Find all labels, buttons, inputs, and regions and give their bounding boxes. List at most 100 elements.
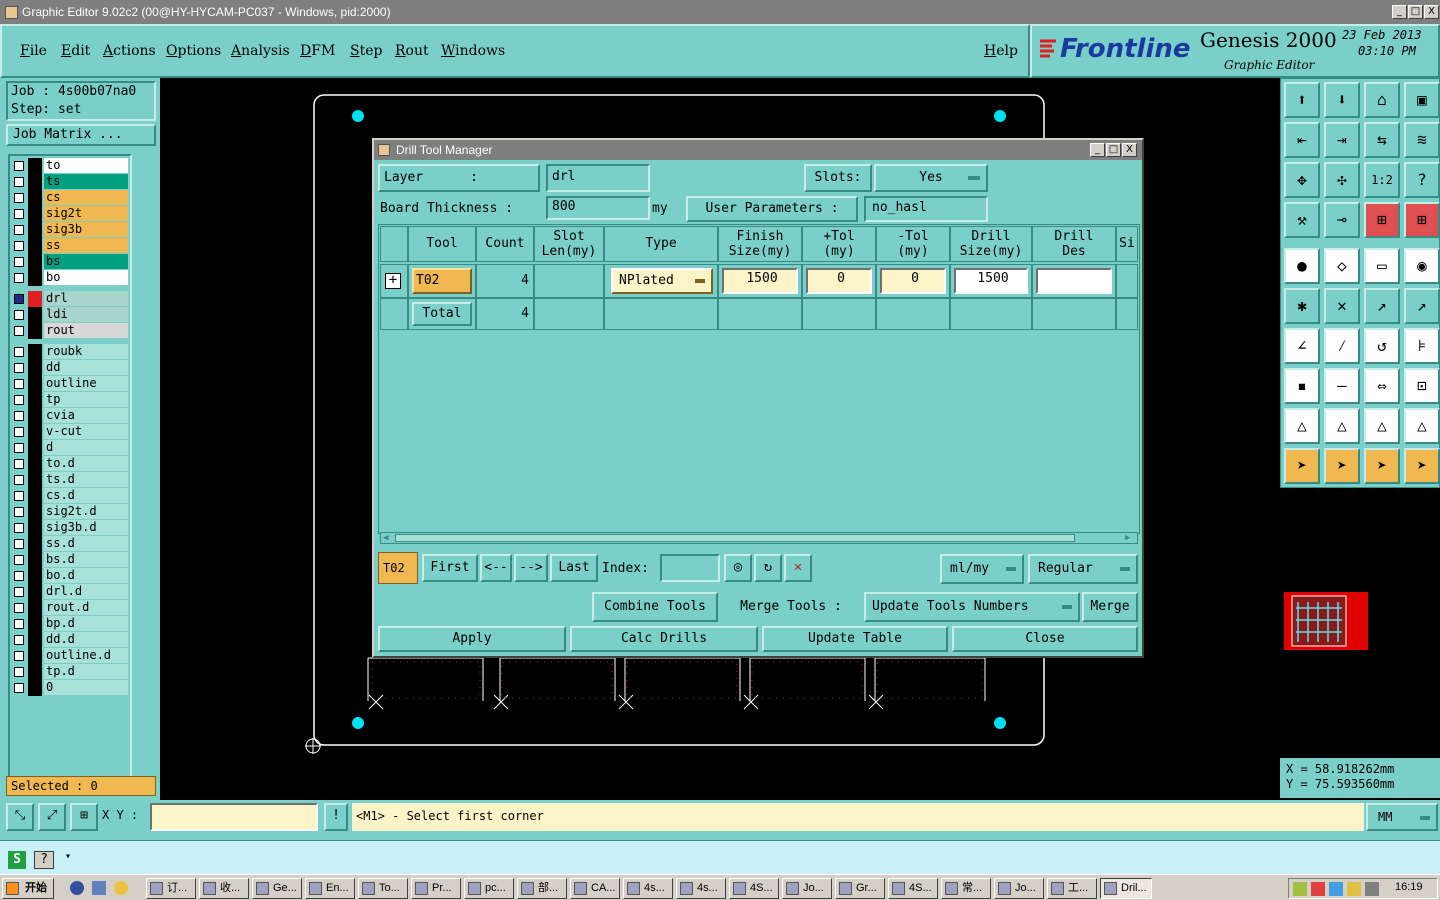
tray-icon[interactable]: [1329, 882, 1343, 896]
update-table-button[interactable]: Update Table: [762, 626, 948, 652]
move-right-icon[interactable]: ⇥: [1324, 122, 1360, 158]
font-icon[interactable]: ⊧: [1404, 328, 1440, 364]
layer-item[interactable]: dd: [12, 360, 128, 376]
last-button[interactable]: Last: [550, 554, 598, 582]
layer-item[interactable]: cvia: [12, 408, 128, 424]
layer-checkbox[interactable]: [14, 193, 24, 203]
layer-item[interactable]: ts.d: [12, 472, 128, 488]
measure-icon[interactable]: ⇔: [1364, 368, 1400, 404]
apply-button[interactable]: Apply: [378, 626, 566, 652]
tools-icon[interactable]: ⚒: [1284, 202, 1320, 238]
layer-checkbox[interactable]: [14, 651, 24, 661]
layer-item[interactable]: sig3b: [12, 222, 128, 238]
mode-dropdown[interactable]: Regular: [1028, 554, 1138, 584]
drill-table-alt-icon[interactable]: ⊞: [1404, 202, 1440, 238]
scroll-right-icon[interactable]: ▶: [1125, 533, 1130, 543]
rotate-icon[interactable]: ↺: [1364, 328, 1400, 364]
taskbar-item[interactable]: Dril...: [1100, 878, 1152, 899]
units-dropdown[interactable]: ml/my: [940, 554, 1024, 584]
menu-analysis[interactable]: Analysis: [231, 43, 290, 59]
home-icon[interactable]: ⌂: [1364, 82, 1400, 118]
taskbar-item[interactable]: 4S...: [888, 878, 938, 899]
taskbar-item[interactable]: 订...: [146, 878, 196, 899]
menu-windows[interactable]: Windows: [441, 43, 505, 59]
layer-checkbox[interactable]: [14, 209, 24, 219]
taskbar-item[interactable]: En...: [305, 878, 355, 899]
copy-up-icon[interactable]: ⬆: [1284, 82, 1320, 118]
drill-size-input[interactable]: 1500: [954, 268, 1028, 294]
layer-item[interactable]: ldi: [12, 307, 128, 323]
layer-item[interactable]: drl: [12, 291, 128, 307]
taskbar-item[interactable]: pc...: [464, 878, 514, 899]
fit-icon[interactable]: ✥: [1284, 162, 1320, 198]
first-button[interactable]: First: [422, 554, 478, 582]
layer-item[interactable]: bo: [12, 270, 128, 286]
layer-checkbox[interactable]: [14, 507, 24, 517]
prev-button[interactable]: <--: [480, 554, 512, 582]
layer-checkbox[interactable]: [14, 347, 24, 357]
taskbar-item[interactable]: Gr...: [835, 878, 885, 899]
taskbar-item[interactable]: 常...: [941, 878, 991, 899]
user-parameters-button[interactable]: User Parameters :: [686, 196, 858, 222]
layer-checkbox[interactable]: [14, 177, 24, 187]
layer-checkbox[interactable]: [14, 683, 24, 693]
index-input[interactable]: [660, 554, 720, 582]
layer-item[interactable]: ss.d: [12, 536, 128, 552]
triangle-icon[interactable]: △: [1284, 408, 1320, 444]
refresh-icon[interactable]: ↻: [754, 554, 782, 582]
group-icon[interactable]: ⊡: [1404, 368, 1440, 404]
layer-checkbox[interactable]: [14, 395, 24, 405]
layer-checkbox[interactable]: [14, 555, 24, 565]
help-icon[interactable]: ?: [34, 851, 54, 869]
menu-dfm[interactable]: DFM: [300, 43, 335, 59]
pointer-circle-icon[interactable]: ➤: [1364, 448, 1400, 484]
layer-checkbox[interactable]: [14, 603, 24, 613]
layer-item[interactable]: to: [12, 158, 128, 174]
layer-item[interactable]: d: [12, 440, 128, 456]
calc-drills-button[interactable]: Calc Drills: [570, 626, 758, 652]
layer-item[interactable]: outline.d: [12, 648, 128, 664]
minimize-button[interactable]: _: [1392, 5, 1407, 19]
layer-item[interactable]: tp: [12, 392, 128, 408]
layer-item[interactable]: bp.d: [12, 616, 128, 632]
layer-checkbox[interactable]: [14, 273, 24, 283]
layer-item[interactable]: v-cut: [12, 424, 128, 440]
taskbar-item[interactable]: 部...: [517, 878, 567, 899]
layer-item[interactable]: bs: [12, 254, 128, 270]
taskbar-item[interactable]: Jo...: [782, 878, 832, 899]
dialog-close-button[interactable]: X: [1122, 143, 1137, 157]
layer-checkbox[interactable]: [14, 539, 24, 549]
layer-checkbox[interactable]: [14, 523, 24, 533]
slots-dropdown[interactable]: Yes: [874, 164, 988, 192]
xy-input[interactable]: [150, 803, 318, 831]
combine-tools-button[interactable]: Combine Tools: [592, 592, 718, 622]
layer-checkbox[interactable]: [14, 667, 24, 677]
center-icon[interactable]: ✣: [1324, 162, 1360, 198]
slash-icon[interactable]: ⁄: [1324, 328, 1360, 364]
layer-item[interactable]: sig2t.d: [12, 504, 128, 520]
taskbar-item[interactable]: 4s...: [676, 878, 726, 899]
layer-item[interactable]: 0: [12, 680, 128, 696]
merge-button[interactable]: Merge: [1082, 592, 1138, 622]
step-preview-thumbnail[interactable]: [1284, 592, 1368, 650]
taskbar-item[interactable]: 工...: [1047, 878, 1097, 899]
horizontal-scrollbar[interactable]: ◀ ▶: [380, 532, 1138, 544]
menu-help[interactable]: Help: [984, 43, 1018, 59]
layer-checkbox[interactable]: [14, 257, 24, 267]
copy-down-icon[interactable]: ⬇: [1324, 82, 1360, 118]
menu-actions[interactable]: Actions: [103, 43, 156, 59]
layer-checkbox[interactable]: [14, 225, 24, 235]
chevron-down-icon[interactable]: ▾: [62, 851, 74, 869]
tray-icon[interactable]: [1293, 882, 1307, 896]
shape-icon[interactable]: ◇: [1324, 248, 1360, 284]
menu-options[interactable]: Options: [166, 43, 221, 59]
user-parameters-field[interactable]: no_hasl: [864, 196, 988, 222]
layer-checkbox[interactable]: [14, 411, 24, 421]
triangle-arc-icon[interactable]: △: [1364, 408, 1400, 444]
update-tools-numbers-dropdown[interactable]: Update Tools Numbers: [864, 592, 1080, 622]
finish-size-input[interactable]: 1500: [722, 268, 798, 294]
browser-icon[interactable]: [70, 881, 84, 895]
close-button[interactable]: X: [1424, 5, 1439, 19]
zoom-fit-icon[interactable]: ⤡: [6, 803, 34, 831]
layer-item[interactable]: cs: [12, 190, 128, 206]
